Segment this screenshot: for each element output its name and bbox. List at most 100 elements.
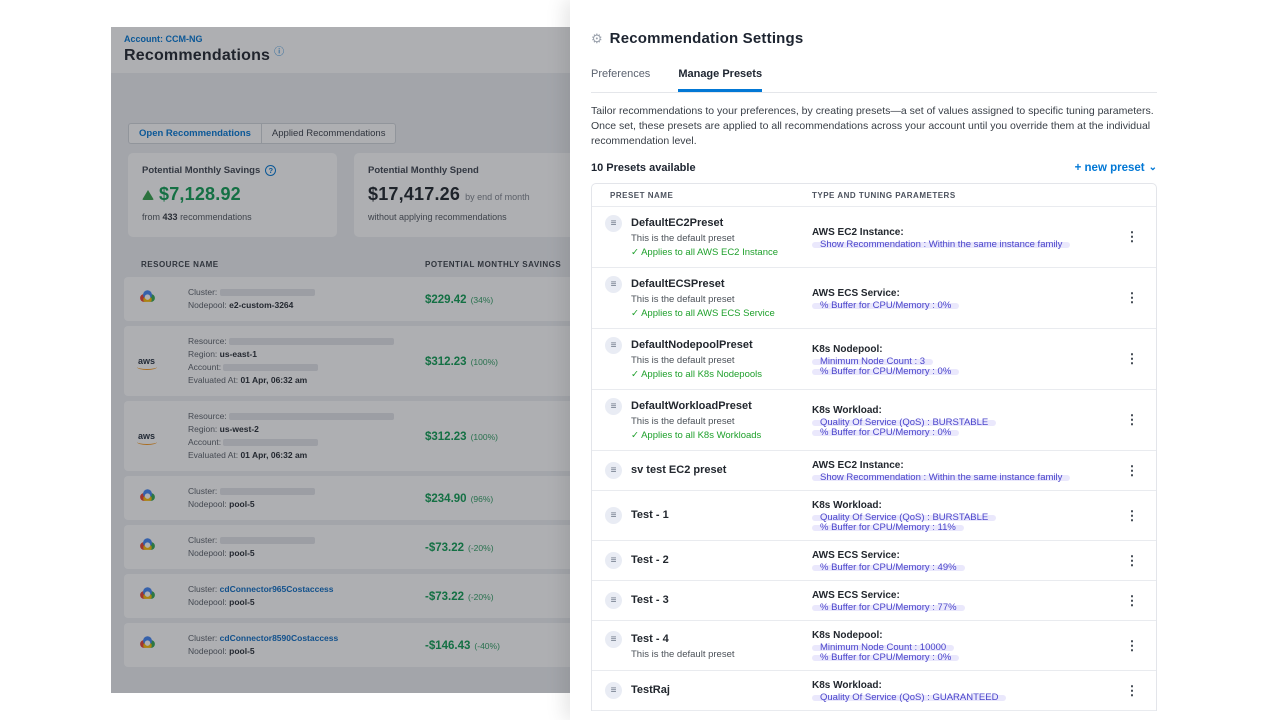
preset-handle-icon[interactable]: ≡ — [605, 462, 622, 479]
preset-name-cell: ≡Test - 1 — [592, 508, 812, 524]
kebab-menu-icon[interactable]: ⋮ — [1108, 683, 1156, 699]
resource-label: Nodepool: — [188, 300, 229, 310]
tuning-parameter-line: % Buffer for CPU/Memory : 11% — [812, 521, 1108, 531]
preset-handle-icon[interactable]: ≡ — [605, 592, 622, 609]
table-row[interactable]: aws Resource: Region: us-west-2Account: E… — [124, 401, 570, 471]
tuning-parameter-line: Show Recommendation : Within the same in… — [812, 471, 1108, 481]
tuning-parameter-pill: % Buffer for CPU/Memory : 0% — [812, 303, 959, 309]
kebab-menu-icon[interactable]: ⋮ — [1108, 638, 1156, 654]
preset-handle-icon[interactable]: ≡ — [605, 215, 622, 232]
preset-type-label: K8s Workload: — [812, 405, 1108, 416]
table-row[interactable]: Cluster: cdConnector8590CostaccessNodepo… — [124, 623, 570, 667]
resource-label: Cluster: — [188, 584, 220, 594]
preset-row: ≡TestRajK8s Workload:Quality Of Service … — [592, 671, 1156, 711]
preset-type-label: K8s Workload: — [812, 500, 1108, 511]
kebab-menu-icon[interactable]: ⋮ — [1108, 290, 1156, 306]
preset-type-label: AWS ECS Service: — [812, 288, 1108, 299]
preset-type-label: AWS ECS Service: — [812, 550, 1108, 561]
preset-description: This is the default preset — [631, 649, 735, 660]
new-preset-button[interactable]: + new preset ⌄ — [1075, 162, 1157, 174]
account-breadcrumb[interactable]: Account: CCM-NG — [124, 34, 570, 44]
savings-up-icon — [142, 190, 154, 200]
preset-name: DefaultWorkloadPreset — [631, 399, 761, 413]
preset-handle-icon[interactable]: ≡ — [605, 682, 622, 699]
resource-line: Cluster: — [188, 286, 388, 299]
resource-details: Resource: Region: us-west-2Account: Eval… — [188, 410, 388, 462]
gcp-icon — [138, 635, 164, 655]
gcp-icon — [138, 289, 157, 309]
preset-name-block: sv test EC2 preset — [631, 463, 726, 477]
preset-row: ≡Test - 2AWS ECS Service:% Buffer for CP… — [592, 541, 1156, 581]
presets-description: Tailor recommendations to your preferenc… — [591, 104, 1157, 149]
tuning-parameter-line: % Buffer for CPU/Memory : 0% — [812, 299, 1108, 309]
resource-line: Cluster: — [188, 534, 388, 547]
preset-name-block: DefaultNodepoolPresetThis is the default… — [631, 338, 762, 380]
column-potential-savings: POTENTIAL MONTHLY SAVINGS — [425, 260, 561, 269]
savings-cell: $312.23(100%) — [425, 352, 498, 370]
savings-amount: $312.23 — [425, 356, 467, 368]
kebab-menu-icon[interactable]: ⋮ — [1108, 553, 1156, 569]
preset-handle-icon[interactable]: ≡ — [605, 337, 622, 354]
resource-line: Nodepool: pool-5 — [188, 498, 388, 511]
redacted-value — [220, 488, 315, 495]
tab-manage-presets[interactable]: Manage Presets — [678, 68, 762, 92]
table-row[interactable]: Cluster: Nodepool: pool-5-$73.22(-20%) — [124, 525, 570, 569]
preset-name-block: Test - 4 This is the default preset — [631, 632, 735, 660]
kebab-menu-icon[interactable]: ⋮ — [1108, 412, 1156, 428]
cluster-link[interactable]: cdConnector8590Costaccess — [220, 633, 339, 643]
resource-label: Resource: — [188, 336, 229, 346]
table-row[interactable]: Cluster: cdConnector965CostaccessNodepoo… — [124, 574, 570, 618]
savings-percent: (100%) — [471, 432, 498, 442]
recommendations-count: 433 — [163, 212, 178, 222]
column-preset-name: PRESET NAME — [592, 191, 812, 200]
resource-value: 01 Apr, 06:32 am — [240, 375, 307, 385]
resource-value: us-east-1 — [220, 349, 257, 359]
column-resource-name: RESOURCE NAME — [141, 260, 219, 269]
resource-line: Region: us-east-1 — [188, 348, 388, 361]
preset-name: sv test EC2 preset — [631, 463, 726, 477]
tuning-parameter-line: Minimum Node Count : 10000 — [812, 641, 1108, 651]
cluster-link[interactable]: cdConnector965Costaccess — [220, 584, 334, 594]
resource-value: e2-custom-3264 — [229, 300, 293, 310]
tab-applied-recommendations[interactable]: Applied Recommendations — [261, 124, 396, 143]
question-icon[interactable]: ? — [265, 165, 276, 176]
preset-handle-icon[interactable]: ≡ — [605, 398, 622, 415]
kebab-menu-icon[interactable]: ⋮ — [1108, 351, 1156, 367]
preset-type-cell: AWS ECS Service: % Buffer for CPU/Memory … — [812, 288, 1108, 309]
resource-line: Nodepool: pool-5 — [188, 645, 388, 658]
preset-handle-icon[interactable]: ≡ — [605, 631, 622, 648]
preset-type-cell: K8s Workload:Quality Of Service (QoS) : … — [812, 680, 1108, 701]
table-row[interactable]: awsResource: Region: us-east-1Account: E… — [124, 326, 570, 396]
resource-details: Cluster: Nodepool: pool-5 — [188, 485, 388, 511]
preset-description: This is the default preset — [631, 355, 762, 366]
preset-handle-icon[interactable]: ≡ — [605, 507, 622, 524]
kebab-menu-icon[interactable]: ⋮ — [1108, 229, 1156, 245]
tab-open-recommendations[interactable]: Open Recommendations — [129, 124, 261, 143]
preset-handle-icon[interactable]: ≡ — [605, 276, 622, 293]
tuning-parameter-pill: Quality Of Service (QoS) : BURSTABLE — [812, 420, 996, 426]
aws-icon: aws — [138, 432, 164, 441]
preset-name: Test - 2 — [631, 553, 669, 567]
table-row[interactable]: Cluster: Nodepool: pool-5$234.90(96%) — [124, 476, 570, 520]
resource-label: Nodepool: — [188, 548, 229, 558]
preset-description: This is the default preset — [631, 233, 778, 244]
tuning-parameter-pill: % Buffer for CPU/Memory : 0% — [812, 655, 959, 661]
table-row[interactable]: Cluster: Nodepool: e2-custom-3264$229.42… — [124, 277, 570, 321]
preset-type-cell: K8s Workload:Quality Of Service (QoS) : … — [812, 500, 1108, 531]
preset-handle-icon[interactable]: ≡ — [605, 552, 622, 569]
kebab-menu-icon[interactable]: ⋮ — [1108, 508, 1156, 524]
tab-preferences[interactable]: Preferences — [591, 68, 650, 92]
resource-label: Evaluated At: — [188, 450, 240, 460]
resource-label: Cluster: — [188, 486, 220, 496]
info-icon[interactable]: ⓘ — [274, 48, 284, 58]
preset-row: ≡sv test EC2 presetAWS EC2 Instance:Show… — [592, 451, 1156, 491]
preset-type-cell: AWS ECS Service:% Buffer for CPU/Memory … — [812, 590, 1108, 611]
spend-subtext: without applying recommendations — [368, 212, 570, 222]
preset-name: Test - 4 — [631, 632, 735, 646]
preset-type-cell: AWS EC2 Instance:Show Recommendation : W… — [812, 227, 1108, 248]
aws-icon: aws — [138, 432, 155, 441]
settings-tabs: Preferences Manage Presets — [591, 68, 1157, 93]
kebab-menu-icon[interactable]: ⋮ — [1108, 463, 1156, 479]
resource-label: Region: — [188, 349, 220, 359]
kebab-menu-icon[interactable]: ⋮ — [1108, 593, 1156, 609]
